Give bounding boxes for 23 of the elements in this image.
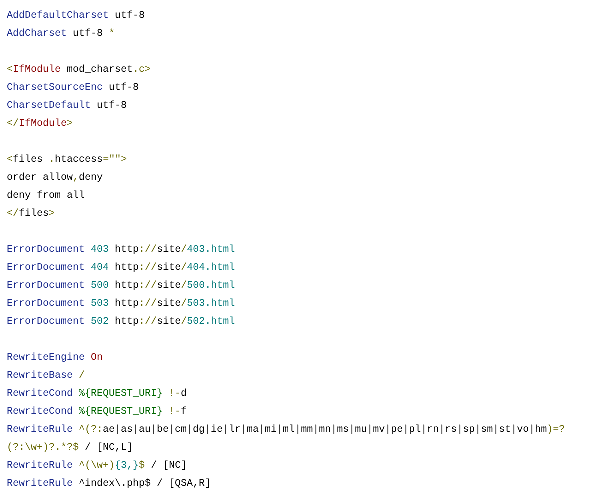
code-line: ErrorDocument 500 http://site/500.html <box>7 281 236 292</box>
code-line: ErrorDocument 404 http://site/404.html <box>7 263 236 274</box>
code-line: RewriteCond %{REQUEST_URI} !-f <box>7 407 188 418</box>
code-line: <IfModule mod_charset.c> <box>7 65 152 76</box>
code-line: ErrorDocument 502 http://site/502.html <box>7 317 236 328</box>
code-line: CharsetSourceEnc utf-8 <box>7 83 140 94</box>
code-line: CharsetDefault utf-8 <box>7 101 128 112</box>
code-line: RewriteRule ^(?:ae|as|au|be|cm|dg|ie|lr|ma|mi|ml|mm|mn|ms|mu|mv|pe|pl|rn|rs|sp|sm|st|vo|hm)=? <box>7 425 566 436</box>
code-line: </IfModule> <box>7 119 74 130</box>
code-line: ErrorDocument 403 http://site/403.html <box>7 245 236 256</box>
code-line: (?:\w+)?.*?$ / [NC,L] <box>7 443 134 454</box>
code-line: RewriteCond %{REQUEST_URI} !-d <box>7 389 188 400</box>
code-line: RewriteRule ^index\.php$ / [QSA,R] <box>7 479 212 490</box>
code-line: RewriteBase / <box>7 371 86 382</box>
code-line: </files> <box>7 209 56 220</box>
code-line: AddDefaultCharset utf-8 <box>7 11 146 22</box>
code-line: AddCharset utf-8 * <box>7 29 116 40</box>
code-line: RewriteEngine On <box>7 353 104 364</box>
code-line: order allow,deny <box>7 173 104 184</box>
code-line: <files .htaccess=""> <box>7 155 128 166</box>
code-line: deny from all <box>7 191 86 202</box>
code-line: ErrorDocument 503 http://site/503.html <box>7 299 236 310</box>
code-line: RewriteRule ^(\w+){3,}$ / [NC] <box>7 461 188 472</box>
